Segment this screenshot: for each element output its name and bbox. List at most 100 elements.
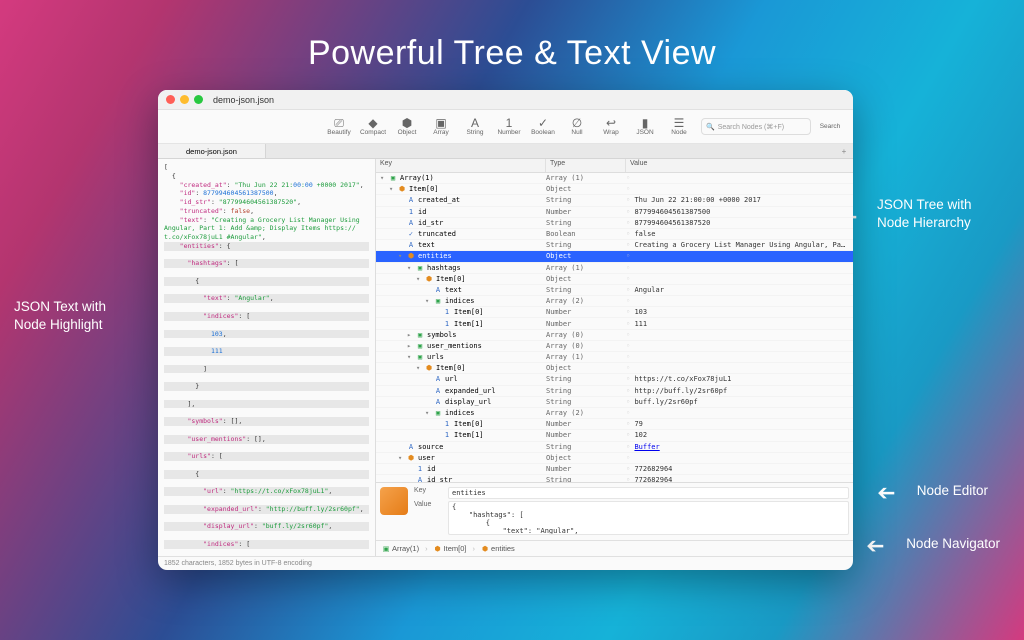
tree-value: ◦ bbox=[626, 409, 853, 417]
array-button[interactable]: ▣Array bbox=[425, 112, 457, 142]
document-tab[interactable]: demo-json.json bbox=[158, 144, 266, 158]
tree-value: ◦ Buffer bbox=[626, 443, 853, 451]
disclosure-caret-icon[interactable]: ▸ bbox=[407, 331, 413, 339]
disclosure-caret-icon[interactable]: ▸ bbox=[407, 342, 413, 350]
close-button[interactable] bbox=[166, 95, 175, 104]
compact-button[interactable]: ◆Compact bbox=[357, 112, 389, 142]
tree-type: Number bbox=[546, 320, 626, 328]
arrow-icon: ➔ bbox=[866, 531, 884, 561]
tree-row[interactable]: AsourceString◦ Buffer bbox=[376, 442, 853, 453]
tree-row[interactable]: Aid_strString◦ 772682964 bbox=[376, 475, 853, 482]
obj-type-icon: ⬢ bbox=[481, 545, 489, 553]
callout-tree: ➔ JSON Tree with Node Hierarchy bbox=[877, 196, 1002, 232]
json-button[interactable]: ▮JSON bbox=[629, 112, 661, 142]
text-view-pane[interactable]: [ { "created_at": "Thu Jun 22 21:00:00 +… bbox=[158, 159, 376, 556]
hero-title: Powerful Tree & Text View bbox=[0, 34, 1024, 73]
string-button[interactable]: AString bbox=[459, 112, 491, 142]
wrap-button[interactable]: ↩Wrap bbox=[595, 112, 627, 142]
tree-row[interactable]: 1idNumber◦ 772682964 bbox=[376, 464, 853, 475]
node-button[interactable]: ☰Node bbox=[663, 112, 695, 142]
breadcrumb-item[interactable]: ⬢ entities bbox=[481, 544, 515, 553]
tree-value: ◦ false bbox=[626, 230, 853, 238]
tree-row[interactable]: AtextString◦ Angular bbox=[376, 285, 853, 296]
new-tab-button[interactable]: + bbox=[835, 147, 853, 156]
tree-row[interactable]: AurlString◦ https://t.co/xFox78juL1 bbox=[376, 374, 853, 385]
str-type-icon: A bbox=[434, 375, 442, 383]
tree-row[interactable]: Aid_strString◦ 877994604561387520 bbox=[376, 218, 853, 229]
disclosure-caret-icon[interactable]: ▾ bbox=[398, 454, 404, 462]
num-type-icon: 1 bbox=[443, 320, 451, 328]
tree-row[interactable]: 1Item[1]Number◦ 102 bbox=[376, 430, 853, 441]
beautify-icon: ⎚ bbox=[334, 117, 344, 129]
tree-row[interactable]: ▾▣indicesArray (2)◦ bbox=[376, 408, 853, 419]
compact-icon: ◆ bbox=[368, 117, 377, 129]
tree-type: String bbox=[546, 241, 626, 249]
disclosure-caret-icon[interactable]: ▾ bbox=[416, 275, 422, 283]
tree-row[interactable]: 1idNumber◦ 877994604561387500 bbox=[376, 207, 853, 218]
column-type[interactable]: Type bbox=[546, 159, 626, 172]
column-value[interactable]: Value bbox=[626, 159, 853, 172]
arr-type-icon: ▣ bbox=[382, 545, 390, 553]
tree-row[interactable]: AtextString◦ Creating a Grocery List Man… bbox=[376, 240, 853, 251]
bool-type-icon: ✓ bbox=[407, 230, 415, 238]
disclosure-caret-icon[interactable]: ▾ bbox=[389, 185, 395, 193]
tree-type: Object bbox=[546, 252, 626, 260]
tree-row[interactable]: ▾▣urlsArray (1)◦ bbox=[376, 352, 853, 363]
tree-row[interactable]: ▾▣indicesArray (2)◦ bbox=[376, 296, 853, 307]
search-button[interactable]: Search bbox=[813, 112, 847, 142]
node-navigator[interactable]: ▣ Array(1)›⬢ Item[0]›⬢ entities bbox=[376, 540, 853, 556]
tree-row[interactable]: ▾⬢userObject◦ bbox=[376, 453, 853, 464]
tree-key: url bbox=[445, 375, 458, 383]
tree-row[interactable]: ▾⬢entitiesObject◦ bbox=[376, 251, 853, 262]
disclosure-caret-icon[interactable]: ▾ bbox=[380, 174, 386, 182]
number-button[interactable]: 1Number bbox=[493, 112, 525, 142]
maximize-button[interactable] bbox=[194, 95, 203, 104]
tree-view-pane: Key Type Value ▾▣Array(1)Array (1)◦▾⬢Ite… bbox=[376, 159, 853, 556]
disclosure-caret-icon[interactable]: ▾ bbox=[425, 409, 431, 417]
tree-row[interactable]: Aexpanded_urlString◦ http://buff.ly/2sr6… bbox=[376, 386, 853, 397]
tree-value: ◦ bbox=[626, 275, 853, 283]
tree-value: ◦ bbox=[626, 331, 853, 339]
disclosure-caret-icon[interactable]: ▾ bbox=[407, 264, 413, 272]
tree-value: ◦ bbox=[626, 185, 853, 193]
tree-row[interactable]: ▾⬢Item[0]Object◦ bbox=[376, 184, 853, 195]
arr-type-icon: ▣ bbox=[389, 174, 397, 182]
tab-bar: demo-json.json + bbox=[158, 144, 853, 159]
minimize-button[interactable] bbox=[180, 95, 189, 104]
editor-value-field[interactable]: { "hashtags": [ { "text": "Angular", "in… bbox=[448, 501, 849, 535]
tree-row[interactable]: ✓truncatedBoolean◦ false bbox=[376, 229, 853, 240]
search-input[interactable]: 🔍Search Nodes (⌘+F) bbox=[701, 118, 811, 135]
tree-row[interactable]: ▾▣hashtagsArray (1)◦ bbox=[376, 263, 853, 274]
tree-type: String bbox=[546, 443, 626, 451]
tree-row[interactable]: 1Item[0]Number◦ 79 bbox=[376, 419, 853, 430]
str-type-icon: A bbox=[434, 398, 442, 406]
tree-row[interactable]: ▸▣symbolsArray (0)◦ bbox=[376, 330, 853, 341]
tree-row[interactable]: Acreated_atString◦ Thu Jun 22 21:00:00 +… bbox=[376, 195, 853, 206]
tree-row[interactable]: 1Item[0]Number◦ 103 bbox=[376, 307, 853, 318]
disclosure-caret-icon[interactable]: ▾ bbox=[398, 252, 404, 260]
beautify-button[interactable]: ⎚Beautify bbox=[323, 112, 355, 142]
tree-row[interactable]: ▾⬢Item[0]Object◦ bbox=[376, 363, 853, 374]
column-key[interactable]: Key bbox=[376, 159, 546, 172]
breadcrumb-item[interactable]: ⬢ Item[0] bbox=[434, 544, 467, 553]
tree-key: symbols bbox=[427, 331, 457, 339]
disclosure-caret-icon[interactable]: ▾ bbox=[407, 353, 413, 361]
tree-row[interactable]: ▸▣user_mentionsArray (0)◦ bbox=[376, 341, 853, 352]
tree-body[interactable]: ▾▣Array(1)Array (1)◦▾⬢Item[0]Object◦Acre… bbox=[376, 173, 853, 482]
app-window: demo-json.json ⎚Beautify◆Compact⬢Object▣… bbox=[158, 90, 853, 570]
tree-row[interactable]: 1Item[1]Number◦ 111 bbox=[376, 318, 853, 329]
disclosure-caret-icon[interactable]: ▾ bbox=[416, 364, 422, 372]
disclosure-caret-icon[interactable]: ▾ bbox=[425, 297, 431, 305]
tree-row[interactable]: ▾▣Array(1)Array (1)◦ bbox=[376, 173, 853, 184]
null-button[interactable]: ∅Null bbox=[561, 112, 593, 142]
tree-type: Array (0) bbox=[546, 342, 626, 350]
json-source-text[interactable]: [ { "created_at": "Thu Jun 22 21:00:00 +… bbox=[158, 159, 375, 556]
tree-row[interactable]: Adisplay_urlString◦ buff.ly/2sr60pf bbox=[376, 397, 853, 408]
tree-row[interactable]: ▾⬢Item[0]Object◦ bbox=[376, 274, 853, 285]
tree-key: source bbox=[418, 443, 443, 451]
arr-type-icon: ▣ bbox=[434, 409, 442, 417]
breadcrumb-item[interactable]: ▣ Array(1) bbox=[382, 544, 419, 553]
editor-key-field[interactable]: entities bbox=[448, 487, 849, 499]
object-button[interactable]: ⬢Object bbox=[391, 112, 423, 142]
boolean-button[interactable]: ✓Boolean bbox=[527, 112, 559, 142]
